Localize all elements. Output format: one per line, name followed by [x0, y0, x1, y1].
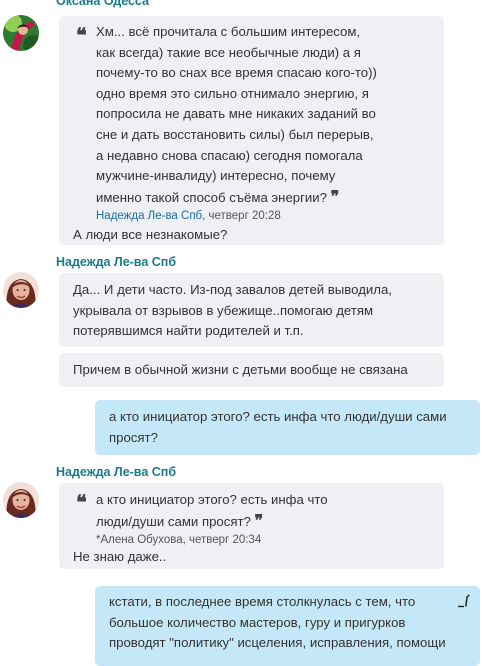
- quoted-message: ❝ а кто инициатор этого? есть инфа что л…: [76, 490, 430, 546]
- quote-meta: Надежда Ле-ва Спб, четверг 20:28: [96, 210, 430, 222]
- avatar-oksana-image: [3, 15, 39, 51]
- avatar[interactable]: [3, 482, 39, 518]
- message-bubble[interactable]: ❝ а кто инициатор этого? есть инфа что л…: [59, 483, 444, 569]
- sender-name[interactable]: Оксана Одесса: [56, 0, 149, 8]
- edit-pencil-icon[interactable]: [457, 594, 471, 611]
- quote-author[interactable]: Надежда Ле-ва Спб: [96, 210, 202, 222]
- message-bubble-outgoing[interactable]: кстати, в последнее время столкнулась с …: [95, 586, 480, 666]
- quote-close-icon: ❞: [330, 186, 340, 206]
- message-text: а кто инициатор этого? есть инфа что люд…: [109, 409, 447, 445]
- quoted-message: ❝ Хм... всё прочитала с большим интересо…: [76, 22, 430, 222]
- message-bubble[interactable]: Да... И дети часто. Из-под завалов детей…: [59, 273, 444, 347]
- quote-open-icon: ❝: [76, 23, 87, 47]
- sender-name[interactable]: Надежда Ле-ва Спб: [56, 465, 176, 479]
- quote-meta: *Алена Обухова, четверг 20:34: [96, 534, 430, 546]
- avatar[interactable]: [3, 15, 39, 51]
- message-text: Да... И дети часто. Из-под завалов детей…: [73, 282, 392, 339]
- message-bubble[interactable]: ❝ Хм... всё прочитала с большим интересо…: [59, 16, 444, 245]
- sender-name[interactable]: Надежда Ле-ва Спб: [56, 255, 176, 269]
- avatar-nadezhda-image: [3, 482, 39, 518]
- message-bubble-outgoing[interactable]: а кто инициатор этого? есть инфа что люд…: [95, 400, 480, 455]
- quote-author[interactable]: *Алена Обухова: [96, 534, 183, 546]
- message-bubble[interactable]: Причем в обычной жизни с детьми вообще н…: [59, 353, 444, 387]
- quote-time: , четверг 20:34: [182, 534, 262, 547]
- message-text: Не знаю даже..: [73, 549, 167, 565]
- avatar-nadezhda-image: [3, 272, 39, 308]
- quoted-text: а кто инициатор этого? есть инфа что люд…: [96, 492, 328, 530]
- edit-pencil-icon-svg: [458, 594, 470, 608]
- avatar[interactable]: [3, 272, 39, 308]
- quote-close-icon: ❞: [254, 510, 264, 530]
- quote-open-icon: ❝: [76, 490, 87, 514]
- message-text: Причем в обычной жизни с детьми вообще н…: [73, 362, 408, 377]
- quoted-text: Хм... всё прочитала с большим интересом,…: [96, 24, 377, 206]
- message-text: кстати, в последнее время столкнулась с …: [109, 594, 446, 651]
- quote-time: , четверг 20:28: [202, 210, 281, 223]
- message-text: А люди все незнакомые?: [73, 227, 228, 243]
